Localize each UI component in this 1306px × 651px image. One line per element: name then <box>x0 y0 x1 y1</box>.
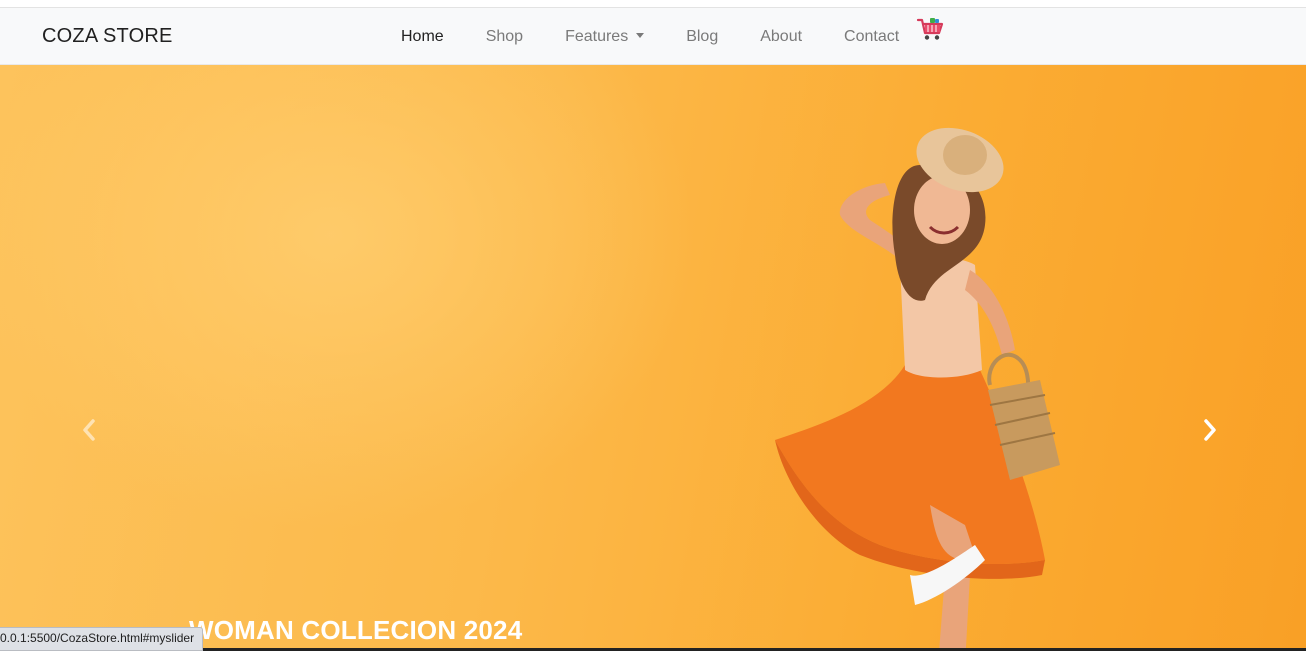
nav-link-about[interactable]: About <box>739 28 823 46</box>
caret-down-icon <box>636 32 645 38</box>
nav-link-contact[interactable]: Contact <box>823 28 920 46</box>
nav-links: Home Shop Features Blog About Contact <box>380 8 920 65</box>
chevron-left-icon <box>83 419 95 441</box>
navbar: COZA STORE Home Shop Features Blog About… <box>0 8 1306 65</box>
hero-caption: WOMAN COLLECION 2024 <box>189 615 523 645</box>
carousel-prev-button[interactable] <box>69 410 109 450</box>
hero-model-image <box>775 127 1060 648</box>
nav-link-home[interactable]: Home <box>380 28 465 46</box>
browser-status-url: 0.0.1:5500/CozaStore.html#myslider <box>0 627 204 651</box>
carousel-next-button[interactable] <box>1190 410 1230 450</box>
brand-logo[interactable]: COZA STORE <box>42 25 173 48</box>
chevron-right-icon <box>1204 419 1216 441</box>
hero-carousel: WOMAN COLLECION 2024 <box>0 65 1306 648</box>
nav-link-features[interactable]: Features <box>544 28 665 46</box>
nav-link-blog[interactable]: Blog <box>665 28 739 46</box>
nav-link-features-label: Features <box>565 27 629 45</box>
shopping-cart-icon[interactable] <box>916 16 946 44</box>
nav-link-shop[interactable]: Shop <box>465 28 544 46</box>
browser-top-edge <box>0 0 1306 8</box>
